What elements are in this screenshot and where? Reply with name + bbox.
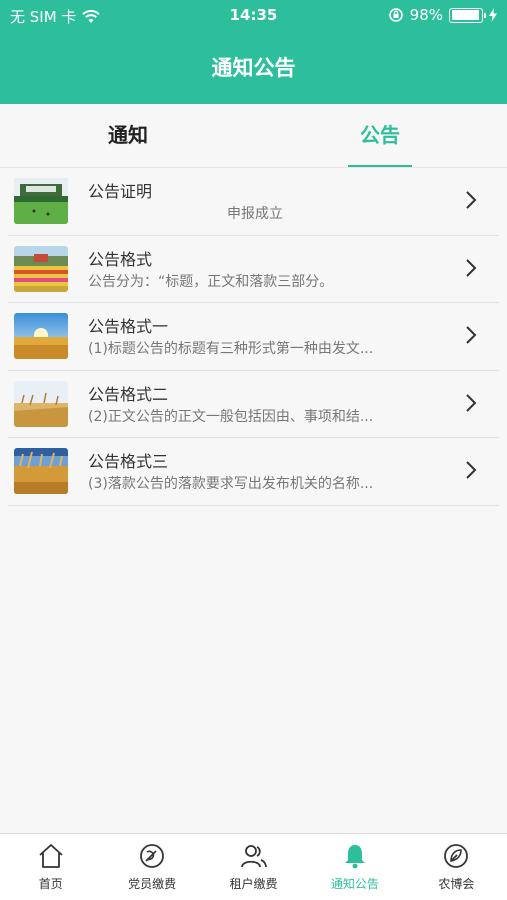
nav-party-fee-label: 党员缴费 — [128, 877, 177, 891]
list-item[interactable]: 公告格式三 (3)落款公告的落款要求写出发布机关的名称... — [8, 438, 499, 506]
thumbnail-image — [14, 380, 68, 427]
item-title: 公告证明 — [88, 182, 153, 201]
tab-notice[interactable]: 通知 — [38, 104, 218, 168]
list-item[interactable]: 公告格式一 (1)标题公告的标题有三种形式第一种由发文... — [8, 303, 499, 371]
bottom-nav: 首页 党员缴费 租户缴费 通知公告 农博会 — [0, 833, 507, 900]
home-icon — [39, 844, 63, 868]
item-title: 公告格式二 — [88, 384, 169, 404]
list-item[interactable]: 公告证明 申报成立 — [8, 168, 499, 236]
tab-bar: 通知 公告 — [0, 104, 507, 168]
battery-percent: 98% — [409, 6, 443, 24]
battery-icon — [449, 7, 486, 23]
nav-tenant-fee-label: 租户缴费 — [229, 877, 278, 891]
chevron-right-icon — [466, 393, 477, 412]
nav-expo[interactable]: 农博会 — [406, 834, 507, 900]
list-item[interactable]: 公告格式二 (2)正文公告的正文一般包括因由、事项和结... — [8, 371, 499, 438]
battery-fill — [451, 10, 479, 20]
announcement-list: 公告证明 申报成立 公告格式 公告分为：“标题，正文和落款三部分。 公告格式一 … — [0, 168, 507, 506]
bell-icon — [344, 845, 365, 869]
status-bar: 无 SIM 卡 14:35 98% — [0, 0, 507, 30]
nav-home-label: 首页 — [38, 877, 63, 891]
charging-icon — [489, 8, 497, 22]
list-item[interactable]: 公告格式 公告分为：“标题，正文和落款三部分。 — [8, 236, 499, 303]
nav-party-fee[interactable]: 党员缴费 — [101, 834, 202, 900]
nav-expo-label: 农博会 — [438, 877, 475, 891]
thumbnail-image — [14, 448, 68, 494]
thumbnail-image — [14, 178, 68, 224]
nav-notice[interactable]: 通知公告 — [304, 834, 405, 900]
item-description: 申报成立 — [227, 206, 283, 222]
chevron-right-icon — [466, 326, 477, 344]
item-description: (1)标题公告的标题有三种形式第一种由发文... — [88, 341, 374, 357]
chevron-right-icon — [466, 461, 477, 479]
thumbnail-image — [14, 313, 68, 359]
nav-tenant-fee[interactable]: 租户缴费 — [203, 834, 304, 900]
status-right: 98% — [388, 6, 497, 24]
top-header: 无 SIM 卡 14:35 98% 通知公告 — [0, 0, 507, 104]
chevron-right-icon — [466, 258, 477, 277]
leaf-badge-icon — [444, 844, 469, 868]
orientation-lock-icon — [388, 8, 403, 22]
item-description: 公告分为：“标题，正文和落款三部分。 — [88, 273, 334, 290]
item-title: 公告格式 — [88, 249, 153, 269]
page-title: 通知公告 — [211, 56, 296, 80]
users-icon — [240, 845, 267, 868]
chevron-right-icon — [466, 191, 477, 209]
tab-announcement-label: 公告 — [360, 123, 400, 147]
tab-announcement[interactable]: 公告 — [290, 104, 470, 168]
thumbnail-image — [14, 245, 68, 292]
nav-notice-label: 通知公告 — [330, 877, 379, 891]
item-description: (3)落款公告的落款要求写出发布机关的名称... — [88, 476, 374, 492]
tab-notice-label: 通知 — [108, 123, 148, 147]
nav-home[interactable]: 首页 — [0, 834, 101, 900]
item-title: 公告格式三 — [88, 452, 169, 471]
item-title: 公告格式一 — [88, 317, 169, 336]
party-emblem-icon — [140, 844, 165, 868]
item-description: (2)正文公告的正文一般包括因由、事项和结... — [88, 408, 374, 425]
